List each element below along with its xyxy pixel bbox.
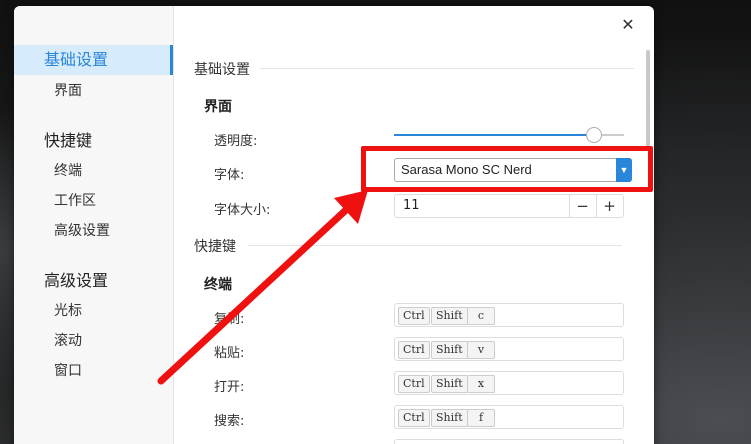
- sidebar-item-workspace[interactable]: 工作区: [14, 186, 173, 216]
- key-cap: x: [467, 375, 495, 393]
- opacity-slider[interactable]: [394, 127, 624, 143]
- increase-button[interactable]: +: [596, 195, 622, 217]
- subsection-title-interface: 界面: [204, 99, 232, 115]
- key-cap: v: [467, 341, 495, 359]
- key-cap: Shift: [431, 341, 468, 359]
- chevron-down-icon[interactable]: ▼: [616, 158, 632, 182]
- sidebar-item-scroll[interactable]: 滚动: [14, 326, 173, 356]
- sidebar-item-window[interactable]: 窗口: [14, 356, 173, 386]
- key-cap: c: [467, 307, 495, 325]
- opacity-slider-fill: [394, 134, 595, 136]
- sidebar-item-interface[interactable]: 界面: [14, 76, 173, 106]
- shortcut-label-paste: 粘贴:: [214, 346, 245, 361]
- decrease-button[interactable]: −: [569, 195, 595, 217]
- section-title-shortcuts: 快捷键: [194, 239, 236, 255]
- section-divider: [248, 245, 622, 246]
- opacity-slider-handle[interactable]: [586, 127, 603, 143]
- shortcut-field-search[interactable]: Ctrl Shift f: [394, 405, 624, 429]
- key-cap: Ctrl: [398, 409, 430, 427]
- shortcut-field-next[interactable]: [394, 439, 624, 444]
- sidebar-item-advanced-settings[interactable]: 高级设置: [14, 266, 173, 296]
- scrollbar[interactable]: [646, 50, 650, 150]
- shortcut-field-open[interactable]: Ctrl Shift x: [394, 371, 624, 395]
- section-divider: [260, 68, 634, 69]
- sidebar-item-terminal[interactable]: 终端: [14, 156, 173, 186]
- font-size-stepper[interactable]: 11 − +: [394, 194, 624, 218]
- sidebar-item-basic-settings[interactable]: 基础设置: [14, 45, 173, 75]
- opacity-label: 透明度:: [214, 134, 258, 149]
- shortcut-label-search: 搜索:: [214, 414, 245, 429]
- key-cap: Ctrl: [398, 341, 430, 359]
- shortcut-label-open: 打开:: [214, 380, 245, 395]
- sidebar-item-cursor[interactable]: 光标: [14, 296, 173, 326]
- shortcut-field-paste[interactable]: Ctrl Shift v: [394, 337, 624, 361]
- key-cap: Ctrl: [398, 307, 430, 325]
- key-cap: f: [467, 409, 495, 427]
- subsection-title-terminal: 终端: [204, 277, 232, 293]
- settings-dialog: 基础设置 界面 快捷键 终端 工作区 高级设置 高级设置 光标 滚动 窗口 ✕ …: [14, 6, 654, 444]
- font-label: 字体:: [214, 168, 245, 183]
- font-select-value: Sarasa Mono SC Nerd: [401, 162, 532, 177]
- key-cap: Shift: [431, 307, 468, 325]
- sidebar: 基础设置 界面 快捷键 终端 工作区 高级设置 高级设置 光标 滚动 窗口: [14, 6, 174, 444]
- sidebar-item-shortcuts[interactable]: 快捷键: [14, 126, 173, 156]
- font-size-label: 字体大小:: [214, 203, 271, 218]
- settings-content: 基础设置 界面 透明度: 字体: Sarasa Mono SC Nerd ▼ 字…: [174, 6, 654, 444]
- key-cap: Ctrl: [398, 375, 430, 393]
- shortcut-label-copy: 复制:: [214, 312, 245, 327]
- key-cap: Shift: [431, 375, 468, 393]
- sidebar-item-advanced-shortcuts[interactable]: 高级设置: [14, 216, 173, 246]
- shortcut-field-copy[interactable]: Ctrl Shift c: [394, 303, 624, 327]
- font-size-value: 11: [403, 198, 420, 213]
- key-cap: Shift: [431, 409, 468, 427]
- section-title-basic: 基础设置: [194, 62, 250, 78]
- font-select[interactable]: Sarasa Mono SC Nerd ▼: [394, 158, 632, 182]
